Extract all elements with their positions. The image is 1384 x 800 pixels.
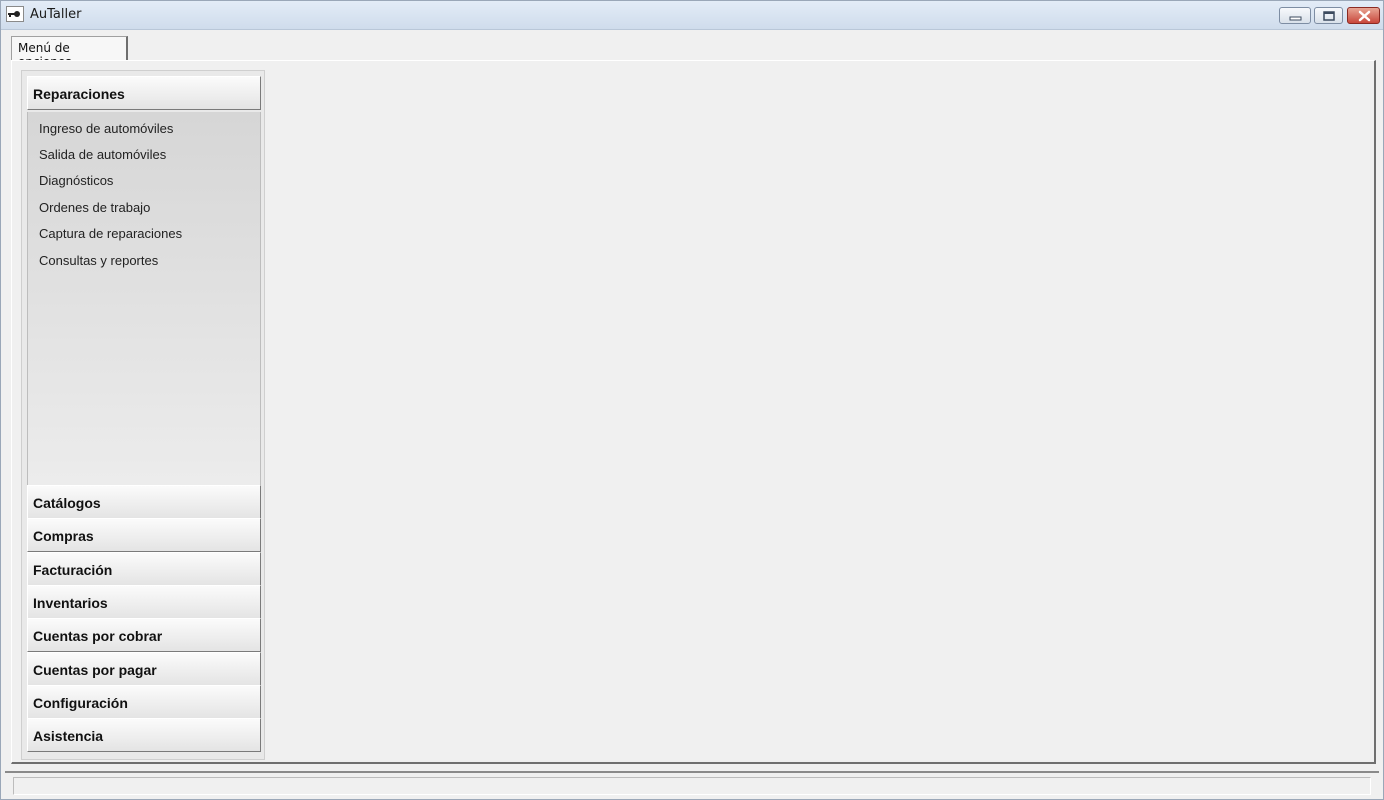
navigation-panel: Reparaciones Ingreso de automóviles Sali… (21, 70, 265, 760)
nav-group-content: Ingreso de automóviles Salida de automóv… (27, 112, 261, 485)
nav-item-consultas-reportes[interactable]: Consultas y reportes (39, 253, 158, 268)
tab-strip: Menú de opciones (1, 29, 1383, 69)
status-panel (13, 777, 1371, 795)
nav-group-inventarios[interactable]: Inventarios (27, 585, 261, 619)
nav-group-cuentas-por-cobrar[interactable]: Cuentas por cobrar (27, 618, 261, 652)
minimize-button[interactable] (1279, 7, 1311, 24)
nav-group-facturacion[interactable]: Facturación (27, 552, 261, 586)
maximize-button[interactable] (1314, 7, 1343, 24)
window-title: AuTaller (30, 7, 82, 22)
nav-item-diagnosticos[interactable]: Diagnósticos (39, 173, 113, 188)
nav-item-ordenes-trabajo[interactable]: Ordenes de trabajo (39, 200, 150, 215)
nav-group-catalogos[interactable]: Catálogos (27, 485, 261, 519)
tab-page: Reparaciones Ingreso de automóviles Sali… (11, 60, 1376, 764)
tab-menu-de-opciones[interactable]: Menú de opciones (11, 36, 128, 69)
close-button[interactable] (1347, 7, 1380, 24)
nav-item-salida-automoviles[interactable]: Salida de automóviles (39, 147, 166, 162)
nav-group-cuentas-por-pagar[interactable]: Cuentas por pagar (27, 652, 261, 686)
nav-group-reparaciones[interactable]: Reparaciones (27, 76, 261, 110)
nav-item-captura-reparaciones[interactable]: Captura de reparaciones (39, 226, 182, 241)
app-window: AuTaller Menú de opciones Reparaciones I… (0, 0, 1384, 800)
nav-group-configuracion[interactable]: Configuración (27, 685, 261, 719)
car-key-icon (6, 6, 24, 22)
main-content-area (272, 70, 1372, 760)
status-bar (5, 771, 1379, 797)
title-bar[interactable]: AuTaller (1, 1, 1383, 30)
nav-group-asistencia[interactable]: Asistencia (27, 718, 261, 752)
nav-item-ingreso-automoviles[interactable]: Ingreso de automóviles (39, 121, 173, 136)
nav-group-compras[interactable]: Compras (27, 518, 261, 552)
